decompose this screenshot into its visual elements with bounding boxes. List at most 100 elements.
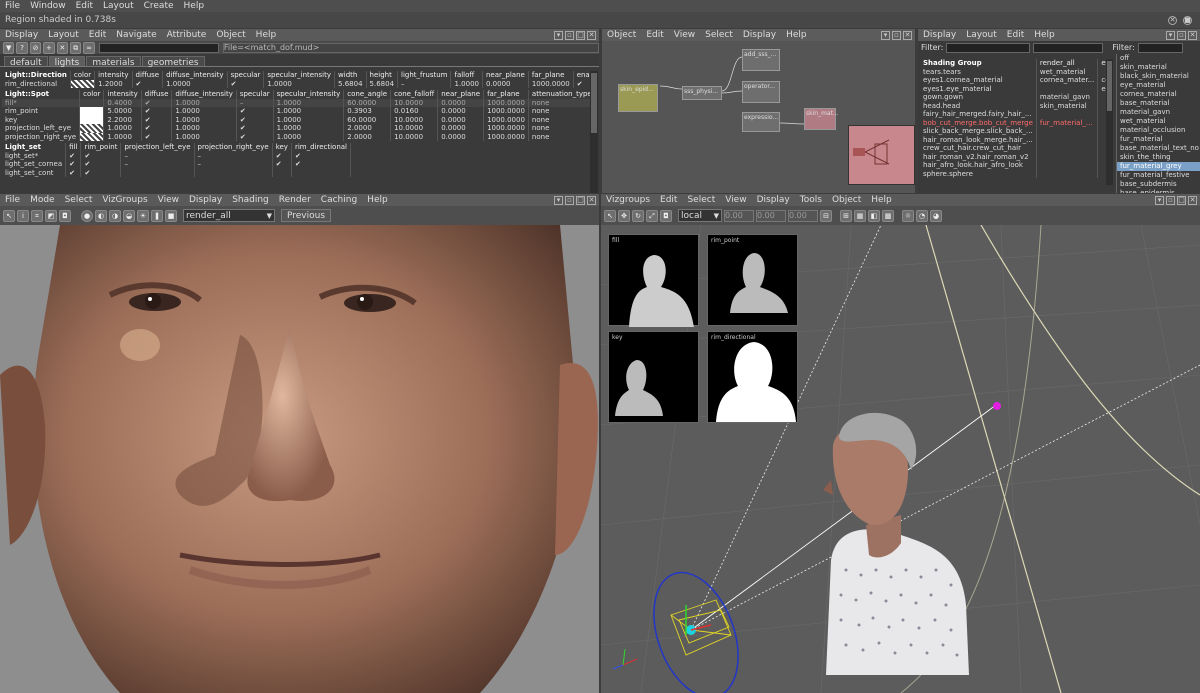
duplicate-icon[interactable]: ⧉ bbox=[70, 41, 82, 54]
table-cell[interactable]: ✔ bbox=[132, 79, 164, 88]
table-cell[interactable] bbox=[1097, 127, 1106, 136]
table-row[interactable]: sphere.sphere bbox=[920, 169, 1106, 178]
list-item[interactable]: base_material bbox=[1117, 99, 1200, 108]
table-cell[interactable]: 10.0000 bbox=[390, 124, 439, 133]
crop-icon[interactable]: ⌗ bbox=[31, 209, 43, 222]
table-row[interactable]: key 2.2000 ✔ 1.0000 ✔ 1.0000 60.0000 10.0000 0.0… bbox=[2, 115, 590, 124]
table-cell[interactable]: ✔ bbox=[236, 115, 274, 124]
table-cell[interactable]: light_set_cont bbox=[2, 168, 67, 177]
tab-geometries[interactable]: geometries bbox=[141, 56, 205, 68]
table-cell[interactable]: ✔ bbox=[80, 168, 122, 177]
table-cell[interactable]: fill* bbox=[2, 98, 81, 107]
table-cell[interactable] bbox=[1097, 169, 1106, 178]
table-cell[interactable]: none bbox=[528, 107, 590, 116]
table-cell[interactable]: – bbox=[194, 151, 273, 160]
list-item[interactable]: skin_the_thing bbox=[1117, 153, 1200, 162]
shadow-thumb-key[interactable]: key bbox=[608, 331, 699, 423]
table-cell[interactable]: 1.0000 bbox=[450, 79, 483, 88]
table-cell[interactable]: cornea_m bbox=[1097, 76, 1106, 85]
table-cell[interactable]: hair_afro_look.hair_afro_look bbox=[920, 161, 1037, 170]
list-item[interactable]: material_gavn bbox=[1117, 108, 1200, 117]
column-header[interactable]: Light::Spot bbox=[2, 90, 81, 99]
table-cell[interactable]: – bbox=[397, 79, 452, 88]
shading-menu-layout[interactable]: Layout bbox=[961, 30, 1002, 40]
menu-edit[interactable]: Edit bbox=[71, 1, 98, 11]
render-menu-render[interactable]: Render bbox=[274, 195, 316, 205]
column-header[interactable]: Light::Direction bbox=[2, 71, 71, 80]
table-cell[interactable]: – bbox=[120, 151, 195, 160]
menu-window[interactable]: Window bbox=[25, 1, 71, 11]
table-cell[interactable]: 1000.0000 bbox=[483, 124, 529, 133]
table-cell[interactable]: 5.0000 bbox=[103, 107, 142, 116]
graph-menu-select[interactable]: Select bbox=[700, 30, 738, 40]
table-cell[interactable]: hair_roman_look_merge.hair_... bbox=[920, 135, 1037, 144]
table-cell[interactable]: rim_directional bbox=[2, 79, 71, 88]
render-menu-mode[interactable]: Mode bbox=[25, 195, 60, 205]
render-menu-display[interactable]: Display bbox=[184, 195, 227, 205]
list-item[interactable]: eye_material bbox=[1117, 81, 1200, 90]
graph-menu-display[interactable]: Display bbox=[738, 30, 781, 40]
table-cell[interactable]: 0.0000 bbox=[437, 115, 485, 124]
table-cell[interactable]: none bbox=[528, 132, 590, 141]
lights-menu-help[interactable]: Help bbox=[251, 30, 282, 40]
list-item[interactable]: material_occlusion bbox=[1117, 126, 1200, 135]
render-menu-shading[interactable]: Shading bbox=[227, 195, 274, 205]
column-header[interactable]: light_frustum bbox=[397, 71, 452, 80]
table-cell[interactable]: 1.0000 bbox=[171, 98, 237, 107]
table-cell[interactable]: 1.0000 bbox=[273, 98, 345, 107]
dropdown-icon[interactable]: ▾ bbox=[554, 195, 563, 205]
graph-node[interactable]: skin_epid... bbox=[618, 84, 658, 112]
table-cell[interactable]: 1.0000 bbox=[263, 79, 336, 88]
lights-menu-attribute[interactable]: Attribute bbox=[162, 30, 212, 40]
table-cell[interactable]: 1.0000 bbox=[171, 124, 237, 133]
table-cell[interactable]: 1.0000 bbox=[171, 132, 237, 141]
table-cell[interactable]: 5.6804 bbox=[334, 79, 367, 88]
column-header[interactable]: cone_angle bbox=[343, 90, 392, 99]
render-menu-help[interactable]: Help bbox=[362, 195, 393, 205]
shading-filter-input-2[interactable] bbox=[1033, 42, 1104, 53]
column-header[interactable]: specular bbox=[236, 90, 274, 99]
list-item[interactable]: skin_material bbox=[1117, 63, 1200, 72]
table-cell[interactable]: key bbox=[2, 115, 81, 124]
table-cell[interactable]: 1000.0000 bbox=[483, 107, 529, 116]
table-row[interactable]: light_set_cont ✔ ✔ bbox=[2, 168, 352, 177]
render-menu-view[interactable]: View bbox=[153, 195, 184, 205]
table-row[interactable]: rim_point 5.0000 ✔ 1.0000 ✔ 1.0000 0.3903 0.016… bbox=[2, 107, 590, 116]
info-icon[interactable]: i bbox=[17, 209, 29, 222]
table-cell[interactable]: – bbox=[120, 160, 195, 169]
table-cell[interactable]: none bbox=[528, 115, 590, 124]
column-header[interactable]: eye bbox=[1097, 59, 1106, 68]
snap-icon[interactable]: ⊟ bbox=[820, 209, 832, 222]
wireframe-icon[interactable]: ▦ bbox=[854, 209, 866, 222]
table-cell[interactable]: – bbox=[194, 160, 273, 169]
shadow-icon[interactable]: ◔ bbox=[916, 209, 928, 222]
filter-icon[interactable]: ▼ bbox=[3, 41, 15, 54]
column-header[interactable]: specular_intensity bbox=[263, 71, 336, 80]
table-row[interactable]: eyes1.eye_material eye_mat bbox=[920, 84, 1106, 93]
move-tool-icon[interactable]: ✥ bbox=[618, 209, 630, 222]
graph-menu-view[interactable]: View bbox=[669, 30, 700, 40]
table-cell[interactable]: hair_roman_v2.hair_roman_v2 bbox=[920, 152, 1037, 161]
table-cell[interactable]: ✔ bbox=[141, 132, 173, 141]
table-cell[interactable] bbox=[1097, 161, 1106, 170]
column-header[interactable]: diffuse_intensity bbox=[171, 90, 237, 99]
space-select[interactable]: local ▼ bbox=[678, 209, 722, 222]
table-cell[interactable]: 1.0000 bbox=[273, 107, 345, 116]
table-cell[interactable]: bob_cut_merge.bob_cut_merge bbox=[920, 118, 1037, 127]
table-cell[interactable]: 1.0000 bbox=[273, 115, 345, 124]
table-row[interactable]: crew_cut_hair.crew_cut_hair bbox=[920, 144, 1106, 153]
region-icon[interactable]: ◩ bbox=[45, 209, 57, 222]
camera-icon[interactable]: ◘ bbox=[660, 209, 672, 222]
close-icon[interactable]: ✕ bbox=[1188, 30, 1197, 40]
table-cell[interactable]: ✔ bbox=[65, 151, 82, 160]
table-cell[interactable]: tears.tears bbox=[920, 67, 1037, 76]
table-cell[interactable]: 1000.0000 bbox=[483, 132, 529, 141]
textured-icon[interactable]: ▩ bbox=[882, 209, 894, 222]
table-cell[interactable] bbox=[1097, 144, 1106, 153]
graph-menu-edit[interactable]: Edit bbox=[641, 30, 668, 40]
table-cell[interactable] bbox=[79, 98, 105, 107]
table-cell[interactable]: none bbox=[528, 98, 590, 107]
table-cell[interactable]: 1.0000 bbox=[103, 132, 142, 141]
list-item[interactable]: base_material_text_no bbox=[1117, 144, 1200, 153]
select-tool-icon[interactable]: ↖ bbox=[604, 209, 616, 222]
